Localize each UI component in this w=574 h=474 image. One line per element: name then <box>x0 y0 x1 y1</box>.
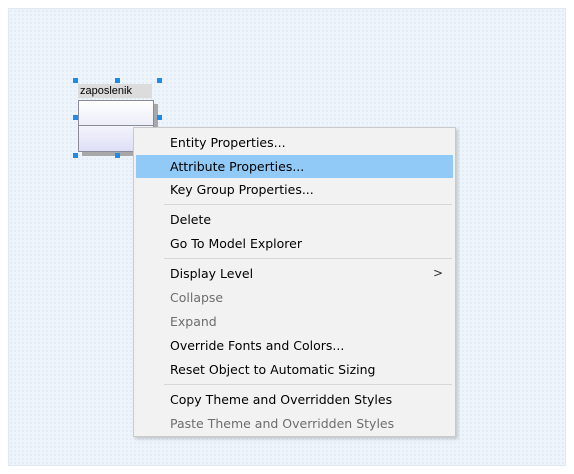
menu-item-attribute-properties[interactable]: Attribute Properties... <box>136 155 453 178</box>
selection-handle-top-middle[interactable] <box>115 78 120 83</box>
menu-item-delete[interactable]: Delete <box>136 208 453 231</box>
menu-item-override-fonts-and-colors[interactable]: Override Fonts and Colors... <box>136 334 453 357</box>
menu-item-label: Attribute Properties... <box>170 159 305 174</box>
menu-item-reset-object-sizing[interactable]: Reset Object to Automatic Sizing <box>136 358 453 381</box>
menu-item-expand[interactable]: Expand <box>136 310 453 333</box>
menu-item-label: Collapse <box>170 290 224 305</box>
menu-item-entity-properties[interactable]: Entity Properties... <box>136 131 453 154</box>
menu-item-label: Override Fonts and Colors... <box>170 338 345 353</box>
selection-handle-bottom-left[interactable] <box>73 153 78 158</box>
selection-handle-top-left[interactable] <box>73 78 78 83</box>
selection-handle-middle-right[interactable] <box>157 115 162 120</box>
menu-item-display-level[interactable]: Display Level > <box>136 262 453 285</box>
menu-item-label: Key Group Properties... <box>170 182 314 197</box>
menu-separator <box>164 204 452 205</box>
menu-item-paste-theme-styles[interactable]: Paste Theme and Overridden Styles <box>136 412 453 435</box>
menu-item-label: Copy Theme and Overridden Styles <box>170 392 393 407</box>
entity-key-area[interactable] <box>79 101 153 126</box>
context-menu: Entity Properties... Attribute Propertie… <box>133 127 456 437</box>
menu-item-label: Display Level <box>170 266 254 281</box>
submenu-arrow-icon: > <box>432 266 443 280</box>
menu-separator <box>164 258 452 259</box>
selection-handle-top-right[interactable] <box>157 78 162 83</box>
menu-item-collapse[interactable]: Collapse <box>136 286 453 309</box>
selection-handle-bottom-middle[interactable] <box>115 153 120 158</box>
menu-item-label: Paste Theme and Overridden Styles <box>170 416 395 431</box>
menu-item-label: Go To Model Explorer <box>170 236 302 251</box>
menu-item-go-to-model-explorer[interactable]: Go To Model Explorer <box>136 232 453 255</box>
menu-item-label: Reset Object to Automatic Sizing <box>170 362 376 377</box>
menu-item-key-group-properties[interactable]: Key Group Properties... <box>136 178 453 201</box>
selection-handle-middle-left[interactable] <box>73 115 78 120</box>
menu-item-label: Entity Properties... <box>170 135 286 150</box>
entity-title: zaposlenik <box>78 84 152 98</box>
menu-item-label: Delete <box>170 212 212 227</box>
menu-separator <box>164 384 452 385</box>
menu-item-label: Expand <box>170 314 217 329</box>
menu-item-copy-theme-styles[interactable]: Copy Theme and Overridden Styles <box>136 388 453 411</box>
